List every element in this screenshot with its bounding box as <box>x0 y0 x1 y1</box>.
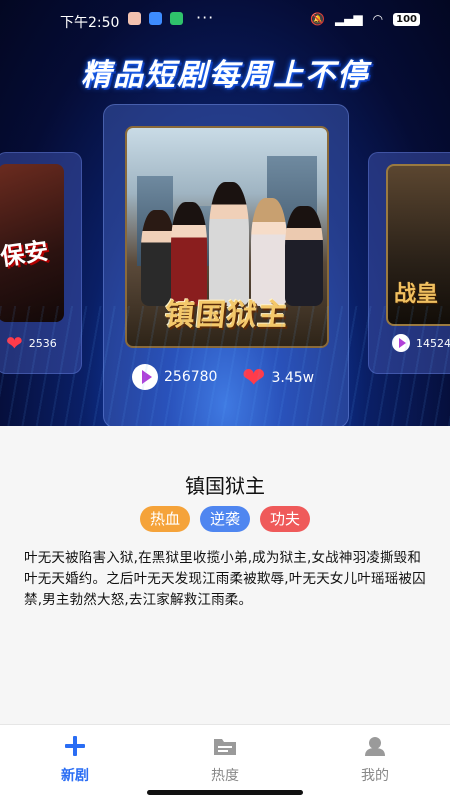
hero-banner: 下午2:50 ··· 🔕 ▂▄▆ ◠ 100 精品短剧每周上不停 保安 ❤ 25… <box>0 0 450 426</box>
message-notification-icon <box>149 12 162 25</box>
status-time: 下午2:50 <box>60 15 120 31</box>
play-icon <box>132 364 158 390</box>
tab-new-drama[interactable]: 新剧 <box>25 733 125 785</box>
heart-icon: ❤ <box>6 331 23 355</box>
left-likes-stat: ❤ 2536 <box>6 333 57 353</box>
featured-poster[interactable]: 镇国狱主 <box>125 126 329 348</box>
tab-hot[interactable]: 热度 <box>175 733 275 785</box>
drama-title: 镇国狱主 <box>185 474 265 498</box>
featured-plays-stat: 256780 <box>132 364 217 390</box>
status-indicators: 🔕 ▂▄▆ ◠ 100 <box>310 12 420 26</box>
home-indicator[interactable] <box>147 790 303 795</box>
featured-likes-count: 3.45w <box>271 370 315 386</box>
poster-left-title: 保安 <box>0 236 51 272</box>
right-plays-stat: 145247 <box>392 334 450 352</box>
play-icon <box>392 334 410 352</box>
more-notifications-icon: ··· <box>196 8 215 27</box>
tag-hot-blood[interactable]: 热血 <box>139 506 190 532</box>
poster-left[interactable]: 保安 <box>0 164 64 322</box>
folder-icon <box>175 733 275 759</box>
wechat-notification-icon <box>170 12 183 25</box>
tab-hot-label: 热度 <box>211 768 239 784</box>
drama-detail: 镇国狱主 热血 逆袭 功夫 叶无天被陷害入狱,在黑狱里收揽小弟,成为狱主,女战神… <box>0 426 450 724</box>
tag-comeback[interactable]: 逆袭 <box>199 506 250 532</box>
heart-icon: ❤ <box>242 361 266 394</box>
featured-poster-title: 镇国狱主 <box>162 298 291 333</box>
app-notification-icon <box>128 12 141 25</box>
poster-right-title: 战皇 <box>394 282 439 307</box>
notification-icons <box>128 12 183 25</box>
right-plays-count: 145247 <box>416 336 450 350</box>
drama-description: 叶无天被陷害入狱,在黑狱里收揽小弟,成为狱主,女战神羽凌撕毁和叶无天婚约。之后叶… <box>24 550 426 608</box>
tab-mine-label: 我的 <box>361 768 389 784</box>
featured-plays-count: 256780 <box>164 369 218 385</box>
left-likes-count: 2536 <box>28 336 57 350</box>
tag-kungfu[interactable]: 功夫 <box>260 506 311 532</box>
person-icon <box>325 733 425 759</box>
genre-tags: 热血 逆袭 功夫 <box>0 506 450 532</box>
mute-icon: 🔕 <box>310 12 325 26</box>
battery-icon: 100 <box>393 12 420 26</box>
featured-likes-stat: ❤ 3.45w <box>242 364 314 392</box>
status-bar: 下午2:50 ··· 🔕 ▂▄▆ ◠ 100 <box>0 0 450 42</box>
signal-icon: ▂▄▆ <box>334 12 363 26</box>
poster-right[interactable]: 战皇 <box>386 164 450 326</box>
tab-new-drama-label: 新剧 <box>61 768 89 784</box>
banner-title: 精品短剧每周上不停 <box>81 58 369 93</box>
tab-mine[interactable]: 我的 <box>325 733 425 785</box>
plus-icon <box>25 733 125 759</box>
wifi-icon: ◠ <box>372 12 384 26</box>
